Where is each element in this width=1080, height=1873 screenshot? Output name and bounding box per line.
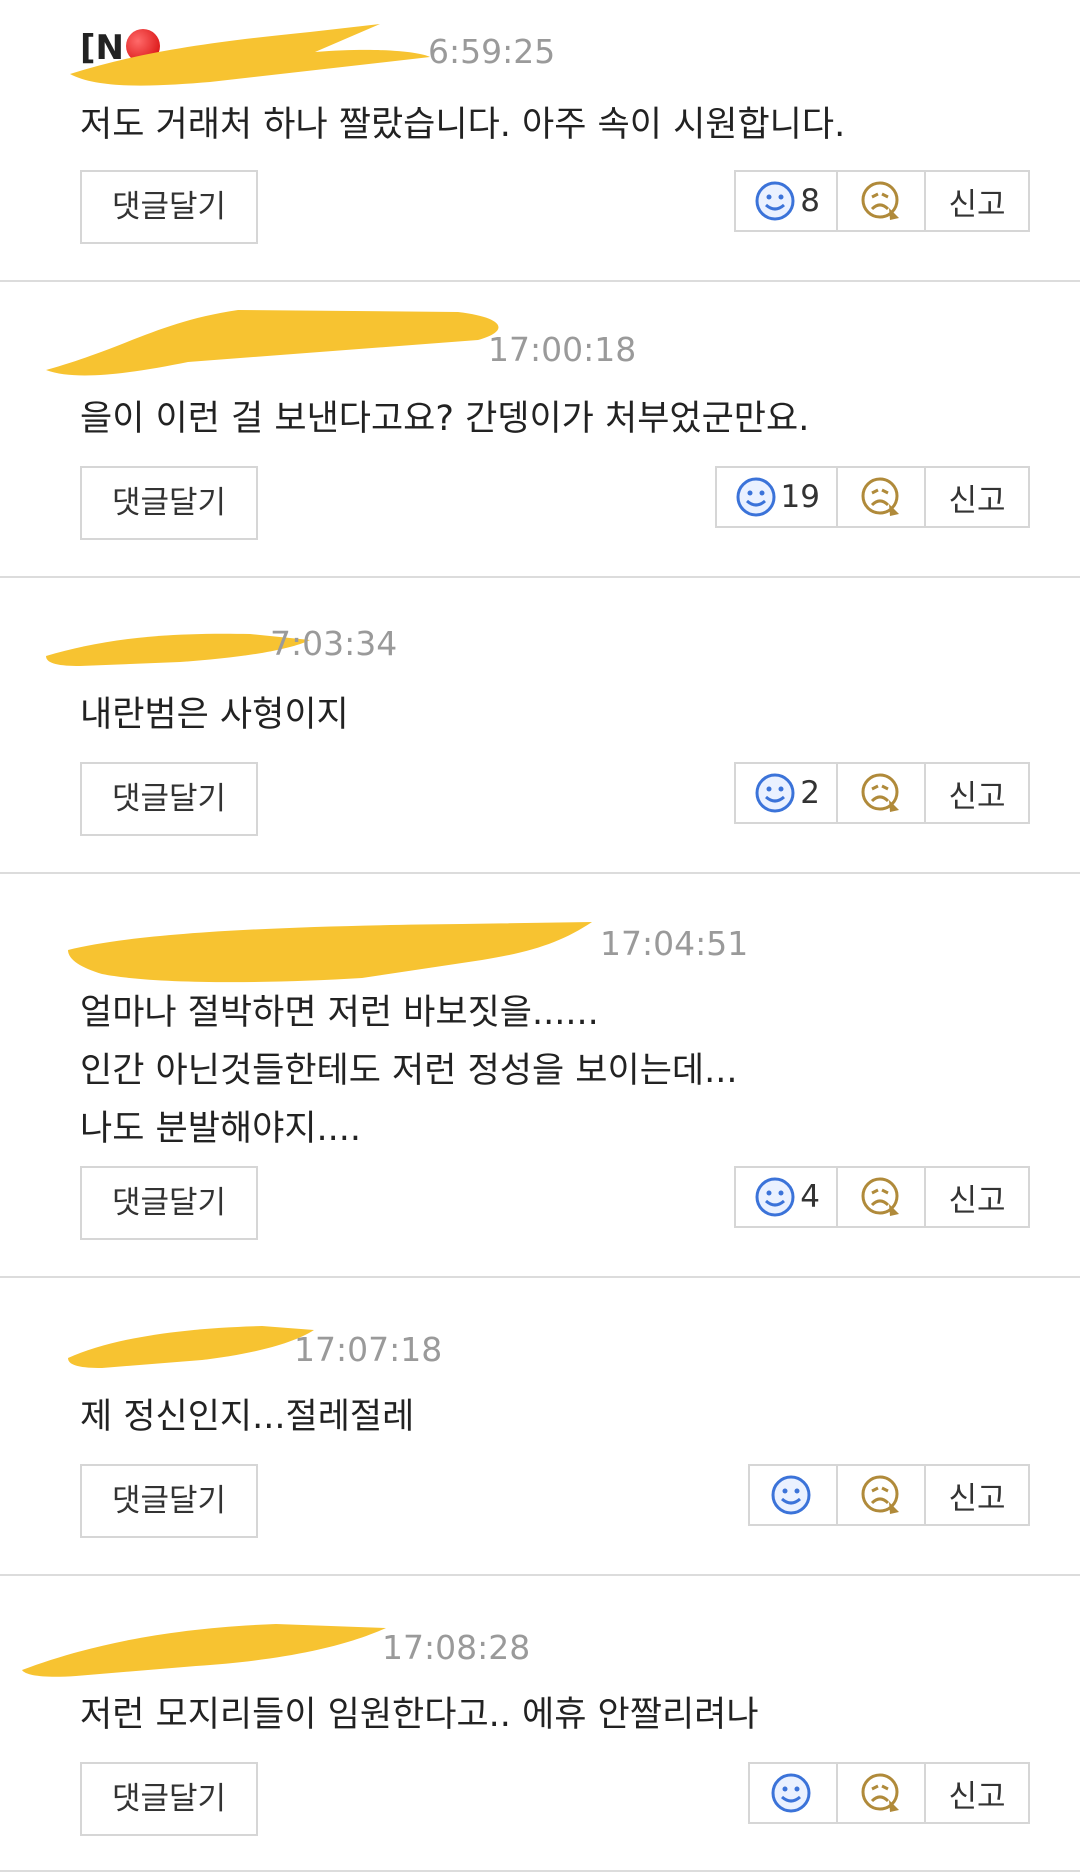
reply-button[interactable]: 댓글달기 <box>80 466 258 540</box>
comment-item: 17:04:51 얼마나 절박하면 저런 바보짓을...... 인간 아닌것들한… <box>0 874 1080 1278</box>
redaction-scribble <box>46 310 499 376</box>
like-button[interactable] <box>750 1466 838 1524</box>
redaction-scribble <box>68 1326 314 1368</box>
reply-button[interactable]: 댓글달기 <box>80 1762 258 1836</box>
frown-icon <box>861 1773 899 1812</box>
timestamp: 6:59:25 <box>428 32 556 71</box>
comment-text: 을이 이런 걸 보낸다고요? 간뎅이가 처부었군만요. <box>80 399 810 439</box>
dislike-button[interactable] <box>838 172 926 230</box>
reaction-group: 2 신고 <box>734 762 1030 824</box>
reply-button[interactable]: 댓글달기 <box>80 762 258 836</box>
like-count: 8 <box>800 183 820 219</box>
reaction-group: 4 신고 <box>734 1166 1030 1228</box>
like-button[interactable]: 2 <box>736 764 838 822</box>
comment-item: 17:07:18 제 정신인지...절레절레 댓글달기 신고 <box>0 1278 1080 1576</box>
comment-item: 17:08:28 저런 모지리들이 임원한다고.. 에휴 안짤리려나 댓글달기 … <box>0 1576 1080 1872</box>
timestamp: 7:03:34 <box>270 624 398 663</box>
timestamp: 17:04:51 <box>600 924 749 963</box>
dislike-button[interactable] <box>838 1168 926 1226</box>
smile-icon <box>771 1475 811 1515</box>
timestamp: 17:08:28 <box>382 1628 531 1667</box>
reaction-group: 19 신고 <box>714 466 1030 528</box>
dislike-button[interactable] <box>838 468 926 526</box>
reply-button[interactable]: 댓글달기 <box>80 170 258 244</box>
reaction-group: 8 신고 <box>734 170 1030 232</box>
timestamp: 17:00:18 <box>488 330 637 369</box>
comment-text: 저도 거래처 하나 짤랐습니다. 아주 속이 시원합니다. <box>80 105 846 145</box>
comment-text: 얼마나 절박하면 저런 바보짓을...... 인간 아닌것들한테도 저런 정성을… <box>80 993 738 1149</box>
reaction-group: 신고 <box>748 1762 1030 1824</box>
like-button[interactable] <box>750 1764 838 1822</box>
report-button[interactable]: 신고 <box>926 1466 1028 1524</box>
dislike-button[interactable] <box>838 1466 926 1524</box>
reply-button[interactable]: 댓글달기 <box>80 1464 258 1538</box>
comment-text: 저런 모지리들이 임원한다고.. 에휴 안짤리려나 <box>80 1695 759 1735</box>
comment-text: 내란범은 사형이지 <box>80 695 349 735</box>
redaction-scribble <box>68 922 592 983</box>
comment-item: 7:03:34 내란범은 사형이지 댓글달기 2 신고 <box>0 578 1080 874</box>
like-button[interactable]: 4 <box>736 1168 838 1226</box>
like-button[interactable]: 8 <box>736 172 838 230</box>
smile-icon <box>771 1773 811 1813</box>
report-button[interactable]: 신고 <box>926 1764 1028 1822</box>
report-button[interactable]: 신고 <box>926 468 1028 526</box>
smile-icon <box>736 477 776 517</box>
like-count: 19 <box>780 479 820 515</box>
comment-text: 제 정신인지...절레절레 <box>80 1397 415 1437</box>
frown-icon <box>861 1475 899 1514</box>
reply-button[interactable]: 댓글달기 <box>80 1166 258 1240</box>
report-button[interactable]: 신고 <box>926 1168 1028 1226</box>
author-name[interactable]: [N <box>80 28 160 68</box>
report-button[interactable]: 신고 <box>926 764 1028 822</box>
report-button[interactable]: 신고 <box>926 172 1028 230</box>
timestamp: 17:07:18 <box>294 1330 443 1369</box>
frown-icon <box>861 477 899 516</box>
dislike-button[interactable] <box>838 1764 926 1822</box>
frown-icon <box>861 773 899 812</box>
frown-icon <box>861 1177 899 1216</box>
like-button[interactable]: 19 <box>717 468 838 526</box>
frown-icon <box>861 181 899 220</box>
like-count: 2 <box>800 775 820 811</box>
comment-item: 17:00:18 을이 이런 걸 보낸다고요? 간뎅이가 처부었군만요. 댓글달… <box>0 282 1080 578</box>
smile-icon <box>755 773 795 813</box>
dislike-button[interactable] <box>838 764 926 822</box>
reaction-group: 신고 <box>748 1464 1030 1526</box>
smile-icon <box>755 1177 795 1217</box>
smile-icon <box>755 181 795 221</box>
flag-icon <box>126 29 160 63</box>
like-count: 4 <box>800 1179 820 1215</box>
redaction-scribble <box>22 1624 386 1677</box>
comment-item: [N 6:59:25 저도 거래처 하나 짤랐습니다. 아주 속이 시원합니다.… <box>0 0 1080 282</box>
